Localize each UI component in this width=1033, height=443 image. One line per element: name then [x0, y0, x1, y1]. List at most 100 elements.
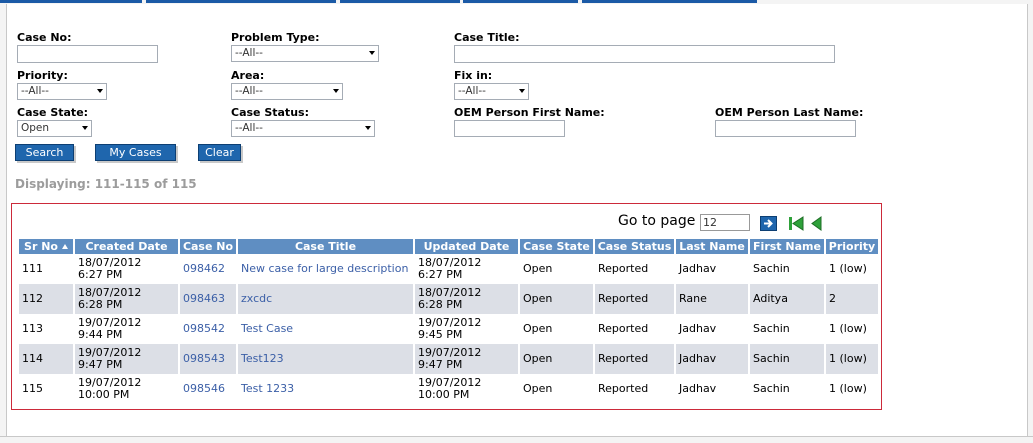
col-first-name[interactable]: First Name	[749, 239, 826, 254]
go-to-page-label: Go to page	[618, 213, 696, 229]
results-table: Sr No Created Date Case No Case Title Up…	[19, 239, 880, 404]
cell-sr-no: 115	[19, 374, 75, 404]
cell-case-status: Reported	[594, 374, 676, 404]
problem-type-label: Problem Type:	[231, 31, 320, 44]
updated-time: 9:45 PM	[418, 328, 463, 341]
table-header-row: Sr No Created Date Case No Case Title Up…	[19, 239, 880, 254]
cell-created-date: 19/07/2012 10:00 PM	[74, 374, 180, 404]
cell-priority: 1 (low)	[825, 344, 880, 374]
table-row[interactable]: 114 19/07/2012 9:47 PM 098543 Test123 19/…	[19, 344, 880, 374]
search-button[interactable]: Search	[15, 144, 74, 161]
area-label: Area:	[231, 69, 265, 82]
cell-sr-no: 112	[19, 284, 75, 314]
cell-last-name: Jadhav	[675, 344, 750, 374]
table-row[interactable]: 113 19/07/2012 9:44 PM 098542 Test Case 1…	[19, 314, 880, 344]
table-row[interactable]: 111 18/07/2012 6:27 PM 098462 New case fo…	[19, 254, 880, 284]
col-last-name[interactable]: Last Name	[675, 239, 750, 254]
case-no-link[interactable]: 098463	[183, 292, 225, 305]
table-row[interactable]: 115 19/07/2012 10:00 PM 098546 Test 1233 …	[19, 374, 880, 404]
cell-created-date: 18/07/2012 6:28 PM	[74, 284, 180, 314]
priority-value: --All--	[21, 85, 49, 97]
col-sr-no[interactable]: Sr No	[19, 239, 75, 254]
cell-updated-date: 19/07/2012 9:47 PM	[414, 344, 520, 374]
col-case-state[interactable]: Case State	[519, 239, 595, 254]
oem-first-name-input[interactable]	[454, 120, 565, 137]
case-title-input[interactable]	[454, 45, 835, 63]
cell-case-no: 098543	[179, 344, 238, 374]
tab-3[interactable]	[340, 0, 460, 3]
arrow-right-icon[interactable]	[760, 216, 777, 231]
case-state-select[interactable]: Open	[17, 120, 92, 137]
case-no-link[interactable]: 098546	[183, 382, 225, 395]
case-no-link[interactable]: 098462	[183, 262, 225, 275]
case-no-input[interactable]	[17, 45, 158, 63]
case-state-value: Open	[21, 122, 50, 134]
tab-5[interactable]	[582, 0, 757, 3]
updated-time: 9:47 PM	[418, 358, 463, 371]
previous-page-icon[interactable]	[810, 216, 823, 231]
cell-last-name: Jadhav	[675, 254, 750, 284]
problem-type-value: --All--	[235, 47, 263, 59]
cell-case-title: Test 1233	[237, 374, 415, 404]
oem-first-name-label: OEM Person First Name:	[454, 106, 605, 119]
panel-bottom-divider	[0, 436, 1033, 437]
cell-first-name: Aditya	[749, 284, 826, 314]
col-case-title[interactable]: Case Title	[237, 239, 415, 254]
sort-ascending-icon	[61, 244, 68, 249]
cell-case-state: Open	[519, 254, 595, 284]
cell-updated-date: 18/07/2012 6:27 PM	[414, 254, 520, 284]
area-select[interactable]: --All--	[231, 83, 343, 100]
case-title-link[interactable]: Test 1233	[241, 382, 294, 395]
case-state-label: Case State:	[17, 106, 89, 119]
cell-priority: 1 (low)	[825, 254, 880, 284]
tab-4[interactable]	[463, 0, 578, 3]
updated-time: 10:00 PM	[418, 388, 470, 401]
case-title-link[interactable]: zxcdc	[241, 292, 272, 305]
col-case-no[interactable]: Case No	[179, 239, 238, 254]
cell-case-title: Test123	[237, 344, 415, 374]
created-time: 9:44 PM	[78, 328, 123, 341]
oem-last-name-input[interactable]	[715, 120, 856, 137]
col-created-date[interactable]: Created Date	[74, 239, 180, 254]
priority-label: Priority:	[17, 69, 68, 82]
first-page-icon[interactable]	[788, 216, 805, 231]
cell-created-date: 19/07/2012 9:44 PM	[74, 314, 180, 344]
page-number-input[interactable]: 12	[700, 214, 750, 231]
table-row[interactable]: 112 18/07/2012 6:28 PM 098463 zxcdc 18/07…	[19, 284, 880, 314]
cell-created-date: 19/07/2012 9:47 PM	[74, 344, 180, 374]
col-updated-date[interactable]: Updated Date	[414, 239, 520, 254]
case-no-link[interactable]: 098542	[183, 322, 225, 335]
updated-time: 6:27 PM	[418, 268, 463, 281]
case-title-link[interactable]: Test Case	[241, 322, 293, 335]
chevron-down-icon	[333, 89, 339, 93]
clear-button[interactable]: Clear	[198, 144, 241, 161]
fix-in-label: Fix in:	[454, 69, 493, 82]
chevron-down-icon	[82, 126, 88, 130]
col-case-status[interactable]: Case Status	[594, 239, 676, 254]
priority-select[interactable]: --All--	[17, 83, 107, 100]
cell-priority: 1 (low)	[825, 374, 880, 404]
fix-in-select[interactable]: --All--	[454, 83, 529, 100]
cell-case-title: zxcdc	[237, 284, 415, 314]
case-no-link[interactable]: 098543	[183, 352, 225, 365]
created-time: 9:47 PM	[78, 358, 123, 371]
displaying-count: Displaying: 111-115 of 115	[15, 177, 197, 191]
tab-1[interactable]	[0, 0, 142, 3]
updated-time: 6:28 PM	[418, 298, 463, 311]
case-title-link[interactable]: New case for large description	[241, 262, 408, 275]
cell-sr-no: 111	[19, 254, 75, 284]
my-cases-button[interactable]: My Cases	[95, 144, 176, 161]
cell-case-status: Reported	[594, 254, 676, 284]
fix-in-value: --All--	[458, 85, 486, 97]
tab-2[interactable]	[146, 0, 336, 3]
cell-case-state: Open	[519, 374, 595, 404]
cell-case-no: 098463	[179, 284, 238, 314]
col-priority[interactable]: Priority	[825, 239, 880, 254]
cell-first-name: Sachin	[749, 344, 826, 374]
cell-updated-date: 18/07/2012 6:28 PM	[414, 284, 520, 314]
problem-type-select[interactable]: --All--	[231, 45, 379, 62]
case-title-link[interactable]: Test123	[241, 352, 284, 365]
case-status-select[interactable]: --All--	[231, 120, 375, 137]
cell-priority: 1 (low)	[825, 314, 880, 344]
cell-priority: 2	[825, 284, 880, 314]
